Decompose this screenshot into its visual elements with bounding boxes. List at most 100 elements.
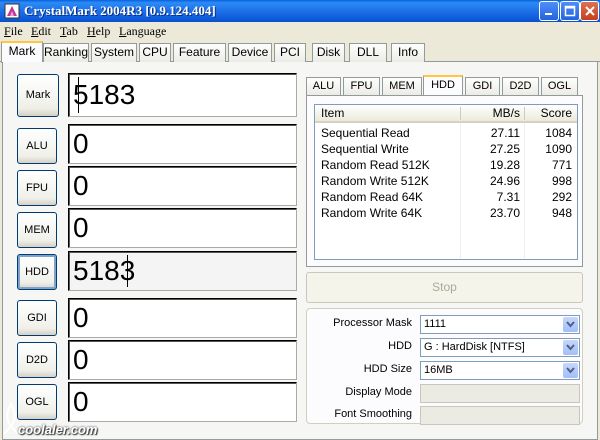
mem-button-label: MEM xyxy=(24,224,50,236)
close-button[interactable] xyxy=(580,1,599,21)
title-bar[interactable]: CrystalMark 2004R3 [0.9.124.404] xyxy=(0,0,600,22)
minimize-icon xyxy=(545,13,552,15)
tab-dll[interactable]: DLL xyxy=(349,43,387,62)
row-item: Random Write 64K xyxy=(321,206,423,220)
table-row[interactable]: Random Read 512K 19.28 771 xyxy=(315,157,577,173)
list-header: Item MB/s Score xyxy=(315,105,577,123)
hdd-select[interactable]: G : HardDisk [NTFS] xyxy=(420,338,580,357)
row-item: Random Read 512K xyxy=(321,158,430,172)
hdd-value: G : HardDisk [NTFS] xyxy=(424,341,525,353)
tab-pci[interactable]: PCI xyxy=(274,43,306,62)
tab-device[interactable]: Device xyxy=(228,43,272,62)
hdd-button[interactable]: HDD xyxy=(17,254,57,290)
row-score: 998 xyxy=(551,174,572,188)
chevron-down-icon[interactable] xyxy=(563,317,578,332)
maximize-icon xyxy=(564,5,576,17)
subtab-gdi[interactable]: GDI xyxy=(465,77,500,95)
hdd-button-label: HDD xyxy=(25,266,49,278)
fpu-button-label: FPU xyxy=(26,182,48,194)
fpu-score: 0 xyxy=(68,166,297,206)
subtab-ogl[interactable]: OGL xyxy=(541,77,578,95)
processor-mask-select[interactable]: 1111 xyxy=(420,315,580,334)
menu-help[interactable]: Help xyxy=(87,24,110,39)
close-icon xyxy=(585,6,595,16)
row-score: 771 xyxy=(551,158,572,172)
chevron-down-icon[interactable] xyxy=(563,340,578,355)
chevron-down-icon[interactable] xyxy=(563,363,578,378)
stop-button[interactable]: Stop xyxy=(306,272,583,303)
crystal-app-icon xyxy=(4,3,20,19)
menu-bar: File Edit Tab Help Language xyxy=(0,22,600,40)
menu-language[interactable]: Language xyxy=(119,24,166,39)
mem-score-value: 0 xyxy=(73,212,89,243)
subtab-alu[interactable]: ALU xyxy=(306,77,341,95)
tab-ranking[interactable]: Ranking xyxy=(43,43,89,62)
hdd-progress-marker xyxy=(127,255,128,287)
tab-disk[interactable]: Disk xyxy=(312,43,345,62)
gdi-score-value: 0 xyxy=(73,302,89,333)
column-separator xyxy=(460,107,461,120)
settings-group: Processor Mask 1111 HDD G : HardDisk [NT… xyxy=(306,308,583,425)
fpu-button[interactable]: FPU xyxy=(17,170,57,206)
menu-edit[interactable]: Edit xyxy=(31,24,51,39)
tab-feature[interactable]: Feature xyxy=(173,43,226,62)
row-mbs: 19.28 xyxy=(489,158,520,172)
subtab-d2d[interactable]: D2D xyxy=(502,77,539,95)
font-smoothing-select[interactable] xyxy=(420,406,580,425)
tab-cpu[interactable]: CPU xyxy=(139,43,171,62)
hdd-label: HDD xyxy=(388,340,412,352)
minimize-button[interactable] xyxy=(539,1,559,21)
row-mbs: 23.70 xyxy=(489,206,520,220)
gdi-button-label: GDI xyxy=(27,312,47,324)
hdd-score-value: 5183 xyxy=(73,255,136,286)
mark-button-label: Mark xyxy=(25,89,51,101)
table-row[interactable]: Random Read 64K 7.31 292 xyxy=(315,189,577,205)
table-row[interactable]: Random Write 512K 24.96 998 xyxy=(315,173,577,189)
font-smoothing-label: Font Smoothing xyxy=(334,408,412,420)
watermark: coolaler.com xyxy=(0,400,120,440)
alu-score-value: 0 xyxy=(73,128,89,159)
table-row[interactable]: Random Write 64K 23.70 948 xyxy=(315,205,577,221)
subtab-mem[interactable]: MEM xyxy=(382,77,422,95)
tab-mark[interactable]: Mark xyxy=(1,41,43,63)
row-mbs: 24.96 xyxy=(489,174,520,188)
d2d-score: 0 xyxy=(68,340,297,380)
d2d-button[interactable]: D2D xyxy=(17,342,57,378)
gdi-score: 0 xyxy=(68,298,297,338)
watermark-text: coolaler.com xyxy=(18,422,98,437)
score-progress-marker xyxy=(78,77,79,113)
alu-button[interactable]: ALU xyxy=(17,128,57,164)
mem-button[interactable]: MEM xyxy=(17,212,57,248)
subtab-hdd[interactable]: HDD xyxy=(423,75,463,96)
row-mbs: 27.25 xyxy=(489,142,520,156)
row-mbs: 7.31 xyxy=(496,190,520,204)
tab-info[interactable]: Info xyxy=(391,43,425,62)
row-item: Sequential Write xyxy=(321,142,409,156)
row-score: 1084 xyxy=(545,126,572,140)
table-row[interactable]: Sequential Read 27.11 1084 xyxy=(315,125,577,141)
mark-button[interactable]: Mark xyxy=(17,74,59,117)
hdd-result-panel: Item MB/s Score Sequential Read 27.11 10… xyxy=(306,95,583,267)
menu-file[interactable]: File xyxy=(4,24,23,39)
maximize-button[interactable] xyxy=(560,1,580,21)
column-mbs[interactable]: MB/s xyxy=(465,105,520,121)
window-title: CrystalMark 2004R3 [0.9.124.404] xyxy=(24,3,216,18)
gdi-button[interactable]: GDI xyxy=(17,300,57,336)
row-score: 292 xyxy=(551,190,572,204)
display-mode-label: Display Mode xyxy=(345,386,412,398)
row-score: 948 xyxy=(551,206,572,220)
mem-score: 0 xyxy=(68,208,297,248)
column-item[interactable]: Item xyxy=(321,105,344,121)
row-item: Random Write 512K xyxy=(321,174,429,188)
display-mode-select[interactable] xyxy=(420,384,580,403)
alu-score: 0 xyxy=(68,124,297,164)
hdd-result-list[interactable]: Item MB/s Score Sequential Read 27.11 10… xyxy=(314,104,578,260)
menu-tab[interactable]: Tab xyxy=(60,24,78,39)
subtab-fpu[interactable]: FPU xyxy=(343,77,380,95)
hdd-size-select[interactable]: 16MB xyxy=(420,361,580,380)
tab-system[interactable]: System xyxy=(91,43,137,62)
row-item: Random Read 64K xyxy=(321,190,424,204)
table-row[interactable]: Sequential Write 27.25 1090 xyxy=(315,141,577,157)
column-score[interactable]: Score xyxy=(525,105,572,121)
alu-button-label: ALU xyxy=(26,140,48,152)
